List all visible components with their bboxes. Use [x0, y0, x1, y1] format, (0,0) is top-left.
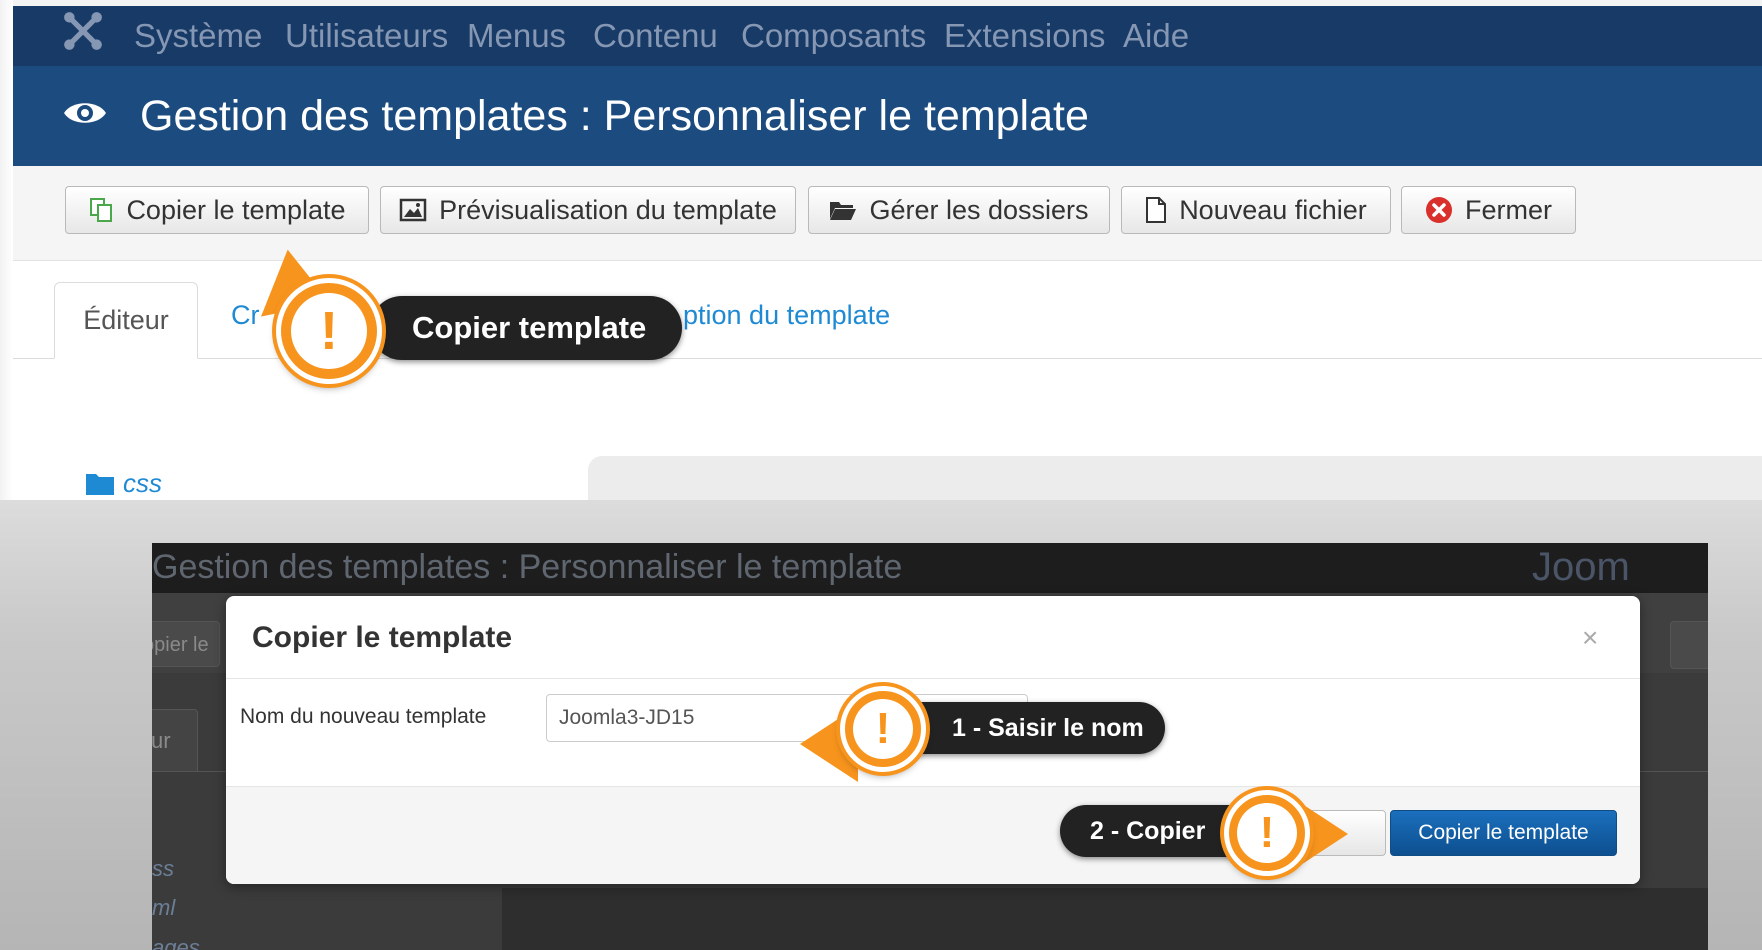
joomla-logo-icon[interactable] — [62, 10, 104, 52]
copy-template-label: Copier le template — [126, 194, 346, 225]
close-button[interactable]: Fermer — [1401, 186, 1576, 234]
manage-folders-button[interactable]: Gérer les dossiers — [808, 186, 1110, 234]
folder-icon — [86, 473, 114, 495]
close-label: Fermer — [1465, 194, 1552, 225]
dimmed-tab: ur — [152, 709, 198, 771]
file-icon — [1146, 197, 1167, 223]
image-icon — [399, 198, 427, 222]
new-file-button[interactable]: Nouveau fichier — [1121, 186, 1391, 234]
exclamation-icon: ! — [320, 301, 338, 361]
new-file-label: Nouveau fichier — [1179, 194, 1367, 225]
menu-systeme[interactable]: Système — [134, 14, 262, 58]
dimmed-file: ages — [152, 935, 200, 950]
menu-menus[interactable]: Menus — [467, 14, 566, 58]
menu-contenu[interactable]: Contenu — [593, 14, 718, 58]
preview-template-label: Prévisualisation du template — [439, 194, 777, 225]
top-menu-bar: Système Utilisateurs Menus Contenu Compo… — [13, 6, 1762, 66]
joomla-logo: Joom — [1532, 545, 1630, 589]
editor-panel — [588, 456, 1762, 500]
tab-description[interactable]: ption du template — [683, 300, 890, 331]
frame-edge — [0, 0, 13, 500]
dimmed-help-button — [1670, 621, 1708, 669]
callout-badge: ! — [276, 278, 382, 384]
dimmed-editor-panel — [502, 888, 1708, 950]
menu-utilisateurs[interactable]: Utilisateurs — [285, 14, 448, 58]
tab-overrides[interactable]: Cr — [231, 300, 260, 331]
admin-screenshot-top: Système Utilisateurs Menus Contenu Compo… — [0, 0, 1762, 500]
dimmed-page-title: Gestion des templates : Personnaliser le… — [152, 548, 903, 586]
menu-composants[interactable]: Composants — [741, 14, 926, 58]
tree-folder-label: css — [123, 468, 162, 498]
copy-template-button[interactable]: Copier le template — [65, 186, 369, 234]
callout-badge: ! — [1224, 790, 1310, 876]
new-template-name-label: Nom du nouveau template — [240, 705, 487, 728]
menu-extensions[interactable]: Extensions — [944, 14, 1105, 58]
tab-editor[interactable]: Éditeur — [54, 282, 198, 359]
folder-open-icon — [830, 202, 857, 220]
tree-folder-css[interactable]: css — [85, 468, 162, 499]
exclamation-icon: ! — [875, 704, 891, 753]
page-title: Gestion des templates : Personnaliser le… — [140, 92, 1089, 140]
modal-close-icon[interactable]: × — [1582, 620, 1598, 656]
callout-badge: ! — [840, 686, 926, 772]
dimmed-copy-button: opier le — [152, 621, 220, 667]
close-circle-icon — [1426, 197, 1452, 223]
exclamation-icon: ! — [1259, 808, 1275, 857]
tabs-border — [13, 358, 1762, 359]
modal-title: Copier le template — [252, 621, 513, 654]
copy-icon — [90, 198, 113, 222]
callout-step1: 1 - Saisir le nom — [895, 702, 1165, 754]
menu-aide[interactable]: Aide — [1123, 14, 1189, 58]
dimmed-file: ml — [152, 895, 176, 920]
manage-folders-label: Gérer les dossiers — [869, 194, 1089, 225]
modal-divider — [226, 678, 1640, 679]
callout-copy-template: Copier template — [370, 296, 682, 360]
dimmed-file: ss — [152, 856, 174, 881]
preview-template-button[interactable]: Prévisualisation du template — [380, 186, 796, 234]
modal-copy-template-button[interactable]: Copier le template — [1390, 810, 1617, 856]
eye-icon — [64, 103, 106, 123]
